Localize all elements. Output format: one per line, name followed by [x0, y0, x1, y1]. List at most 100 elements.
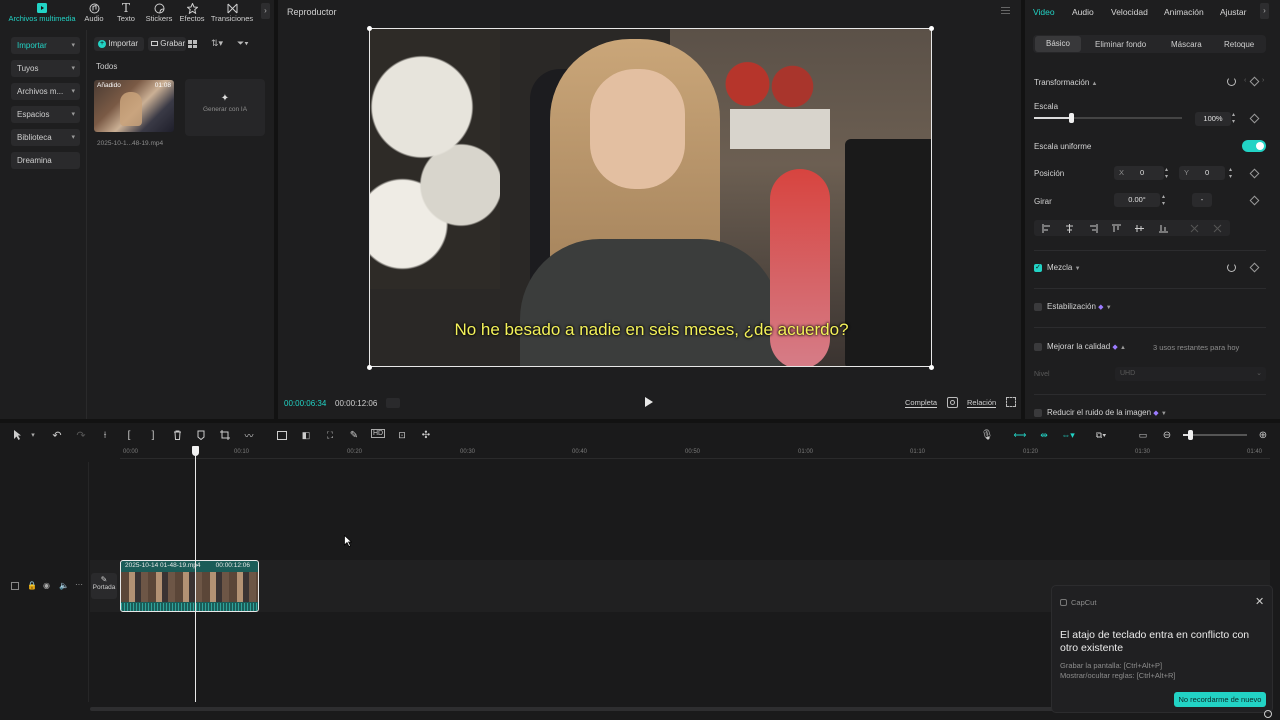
- stabilize-heading[interactable]: Estabilización ◆ ▼: [1047, 302, 1112, 311]
- sidebar-item-import[interactable]: Importar ▾: [11, 37, 80, 54]
- tab-video[interactable]: Video: [1033, 7, 1055, 17]
- microphone-icon[interactable]: 🎙: [980, 429, 994, 441]
- keyframe-prev-icon[interactable]: ‹: [1244, 77, 1246, 84]
- scale-slider[interactable]: [1034, 113, 1182, 123]
- tab-effects[interactable]: Efectos: [173, 2, 211, 26]
- reset-icon[interactable]: [1227, 77, 1236, 86]
- timeline-video-clip[interactable]: 2025-10-14 01-48-19.mp4 00:00:12:06: [120, 560, 259, 612]
- grid-view-icon[interactable]: [188, 40, 198, 48]
- playhead-line[interactable]: [195, 455, 196, 702]
- scale-value-input[interactable]: 100%: [1195, 112, 1231, 126]
- video-preview[interactable]: No he besado a nadie en seis meses, ¿de …: [369, 28, 932, 367]
- track-lock-icon[interactable]: 🔒: [27, 581, 37, 590]
- main-track-magnet-icon[interactable]: ⟷: [1013, 429, 1027, 441]
- rotate-input[interactable]: 0.00°: [1114, 193, 1160, 207]
- timecode-toggle[interactable]: [386, 398, 400, 408]
- import-button[interactable]: + Importar: [94, 37, 144, 51]
- full-quality-button[interactable]: Completa: [905, 398, 938, 408]
- align-right-icon[interactable]: [1082, 221, 1104, 235]
- player-menu-icon[interactable]: [1001, 7, 1010, 14]
- marker-icon[interactable]: [194, 429, 208, 441]
- cover-button[interactable]: ✎ Portada: [91, 573, 117, 599]
- tab-adjust[interactable]: Ajustar: [1220, 7, 1246, 17]
- zoom-slider[interactable]: [1183, 430, 1247, 440]
- transform-heading[interactable]: Transformación ▲: [1034, 78, 1097, 87]
- media-clip-thumbnail[interactable]: Añadido 01:08: [94, 80, 174, 132]
- sidebar-item-dreamina[interactable]: Dreamina: [11, 152, 80, 169]
- subtab-basic[interactable]: Básico: [1035, 36, 1081, 52]
- tabs-scroll-right-button[interactable]: ›: [261, 3, 270, 19]
- frame-handle[interactable]: [929, 26, 934, 31]
- sidebar-item-media-files[interactable]: Archivos m... ▾: [11, 83, 80, 100]
- level-select[interactable]: UHD ⌄: [1115, 367, 1266, 381]
- sidebar-item-library[interactable]: Biblioteca ▾: [11, 129, 80, 146]
- sidebar-item-spaces[interactable]: Espacios ▾: [11, 106, 80, 123]
- tabs-scroll-right-button[interactable]: ›: [1260, 3, 1269, 19]
- filter-all-label[interactable]: Todos: [96, 62, 117, 71]
- reset-icon[interactable]: [1227, 263, 1236, 272]
- record-button[interactable]: Grabar: [148, 37, 186, 51]
- enhance-checkbox[interactable]: [1034, 343, 1042, 351]
- link-clips-icon[interactable]: ⇔▾: [1061, 429, 1075, 441]
- auto-reframe-icon[interactable]: ⊡: [395, 429, 409, 441]
- frame-handle[interactable]: [367, 26, 372, 31]
- enhance-heading[interactable]: Mejorar la calidad ◆ ▲: [1047, 342, 1126, 351]
- tab-audio[interactable]: Audio: [1072, 7, 1094, 17]
- keyframe-next-icon[interactable]: ›: [1262, 77, 1264, 84]
- freeze-frame-icon[interactable]: [275, 429, 289, 441]
- play-button[interactable]: [645, 397, 653, 407]
- align-bottom-icon[interactable]: [1152, 221, 1174, 235]
- select-tool-icon[interactable]: [10, 429, 24, 441]
- sidebar-item-yours[interactable]: Tuyos ▾: [11, 60, 80, 77]
- track-audio-icon[interactable]: 🔈: [59, 581, 69, 590]
- align-left-icon[interactable]: [1035, 221, 1057, 235]
- tab-media[interactable]: Archivos multimedia: [6, 2, 78, 26]
- subtab-retouch[interactable]: Retoque: [1224, 40, 1254, 49]
- denoise-checkbox[interactable]: [1034, 409, 1042, 417]
- position-y-input[interactable]: Y0: [1179, 166, 1225, 180]
- magic-wand-icon[interactable]: ✎: [347, 429, 361, 441]
- filter-icon[interactable]: ⏷▾: [237, 38, 249, 49]
- track-cover-toggle-icon[interactable]: [11, 582, 19, 590]
- rotate-stepper[interactable]: ▴ ▾: [1162, 194, 1165, 208]
- fullscreen-icon[interactable]: [1006, 397, 1016, 407]
- uniform-scale-toggle[interactable]: [1242, 140, 1266, 152]
- select-tool-chevron-icon[interactable]: ▾: [26, 429, 40, 441]
- screenshot-icon[interactable]: [947, 397, 958, 408]
- zoom-slider-knob[interactable]: [1188, 430, 1193, 440]
- stabilize-checkbox[interactable]: [1034, 303, 1042, 311]
- position-x-input[interactable]: X0: [1114, 166, 1164, 180]
- blend-heading[interactable]: Mezcla ▼: [1047, 263, 1081, 272]
- crop-icon[interactable]: [218, 429, 232, 441]
- caption-icon[interactable]: ▭: [1136, 429, 1150, 441]
- cutout-icon[interactable]: ⛶: [323, 429, 337, 441]
- smart-edit-icon[interactable]: ✣: [419, 429, 433, 441]
- align-top-icon[interactable]: [1105, 221, 1127, 235]
- corner-settings-icon[interactable]: [1264, 710, 1272, 718]
- generate-ai-card[interactable]: ✦ Generar con IA: [185, 79, 265, 136]
- sort-icon[interactable]: ⇅▾: [211, 38, 223, 49]
- align-center-h-icon[interactable]: [1058, 221, 1080, 235]
- align-center-v-icon[interactable]: [1128, 221, 1150, 235]
- redo-icon[interactable]: ↷: [74, 429, 88, 442]
- denoise-heading[interactable]: Reducir el ruido de la imagen ◆ ▼: [1047, 408, 1167, 417]
- scale-stepper[interactable]: ▴ ▾: [1232, 112, 1235, 126]
- subtab-remove-bg[interactable]: Eliminar fondo: [1095, 40, 1146, 49]
- frame-handle[interactable]: [929, 365, 934, 370]
- subtab-mask[interactable]: Máscara: [1171, 40, 1202, 49]
- distribute-h-icon[interactable]: [1183, 221, 1205, 235]
- position-y-stepper[interactable]: ▴ ▾: [1229, 167, 1232, 181]
- undo-icon[interactable]: ↶: [50, 429, 64, 442]
- trim-right-icon[interactable]: ]: [146, 429, 160, 441]
- ratio-button[interactable]: Relación: [967, 398, 997, 408]
- distribute-v-icon[interactable]: [1206, 221, 1228, 235]
- track-visibility-icon[interactable]: ◉: [43, 581, 50, 590]
- frame-handle[interactable]: [367, 365, 372, 370]
- speed-curve-icon[interactable]: 〰: [242, 429, 256, 441]
- dont-remind-button[interactable]: No recordarme de nuevo: [1174, 692, 1266, 707]
- track-more-icon[interactable]: ···: [75, 580, 83, 589]
- scale-slider-knob[interactable]: [1069, 113, 1074, 123]
- mirror-icon[interactable]: ◧: [299, 429, 313, 441]
- position-x-stepper[interactable]: ▴ ▾: [1165, 167, 1168, 181]
- blend-checkbox[interactable]: ✓: [1034, 264, 1042, 272]
